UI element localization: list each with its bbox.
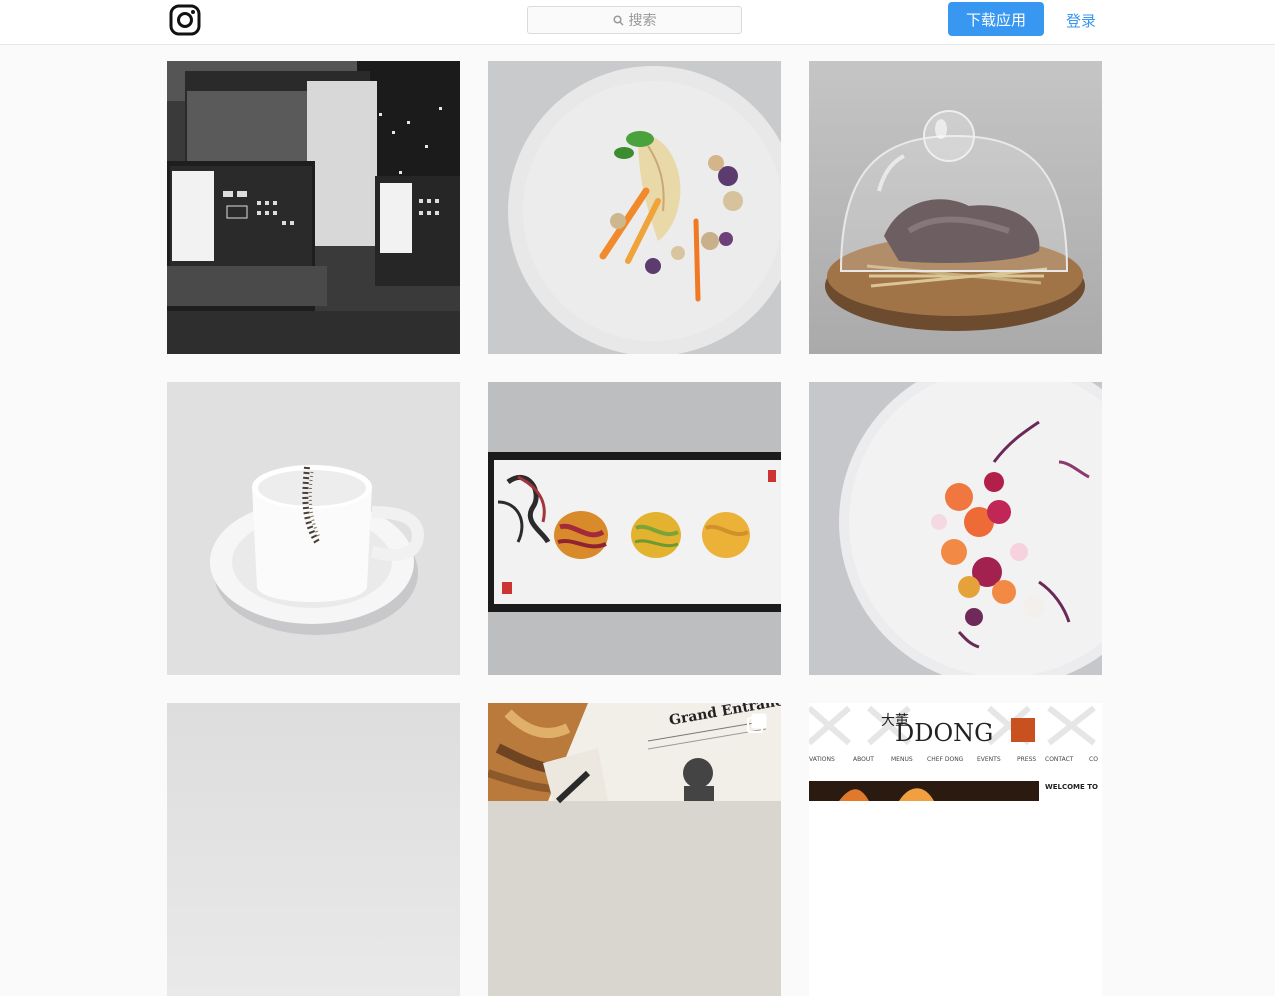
post-smoked-duck[interactable]	[809, 61, 1102, 354]
site-nav-vations: VATIONS	[809, 756, 835, 763]
post-color-salad[interactable]	[809, 382, 1102, 675]
site-nav-co: CO	[1089, 756, 1098, 763]
multiple-photos-icon	[747, 713, 767, 733]
search-input[interactable]: 搜索	[527, 6, 742, 34]
post-fish-plate[interactable]	[488, 61, 781, 354]
post-foam-cup[interactable]	[167, 382, 460, 675]
post-laptops[interactable]	[167, 61, 460, 354]
site-nav-chef-dong: CHEF DONG	[927, 756, 964, 763]
site-nav-menus: MENUS	[891, 756, 913, 763]
search-icon	[612, 14, 624, 26]
login-link[interactable]: 登录	[1066, 10, 1096, 31]
post-magazine[interactable]: Grand Entrance	[488, 703, 781, 996]
search-placeholder: 搜索	[628, 12, 657, 28]
post-white-surface[interactable]	[167, 703, 460, 996]
post-noodle-tray[interactable]	[488, 382, 781, 675]
instagram-camera-icon[interactable]	[169, 4, 201, 36]
site-nav-events: EVENTS	[977, 756, 1001, 763]
top-navigation-bar: 搜索 下载应用 登录	[0, 0, 1275, 45]
brand-wordmark: DDONG	[895, 719, 993, 747]
download-app-button[interactable]: 下载应用	[948, 2, 1044, 36]
site-nav-press: PRESS	[1017, 756, 1036, 763]
site-nav-contact: CONTACT	[1045, 756, 1074, 763]
welcome-heading: WELCOME TO	[1045, 783, 1098, 791]
site-nav-about: ABOUT	[853, 756, 874, 763]
post-website-screenshot[interactable]: 大董 DDONG VATIONS ABOUT MENUS CHEF DONG E…	[809, 703, 1102, 996]
